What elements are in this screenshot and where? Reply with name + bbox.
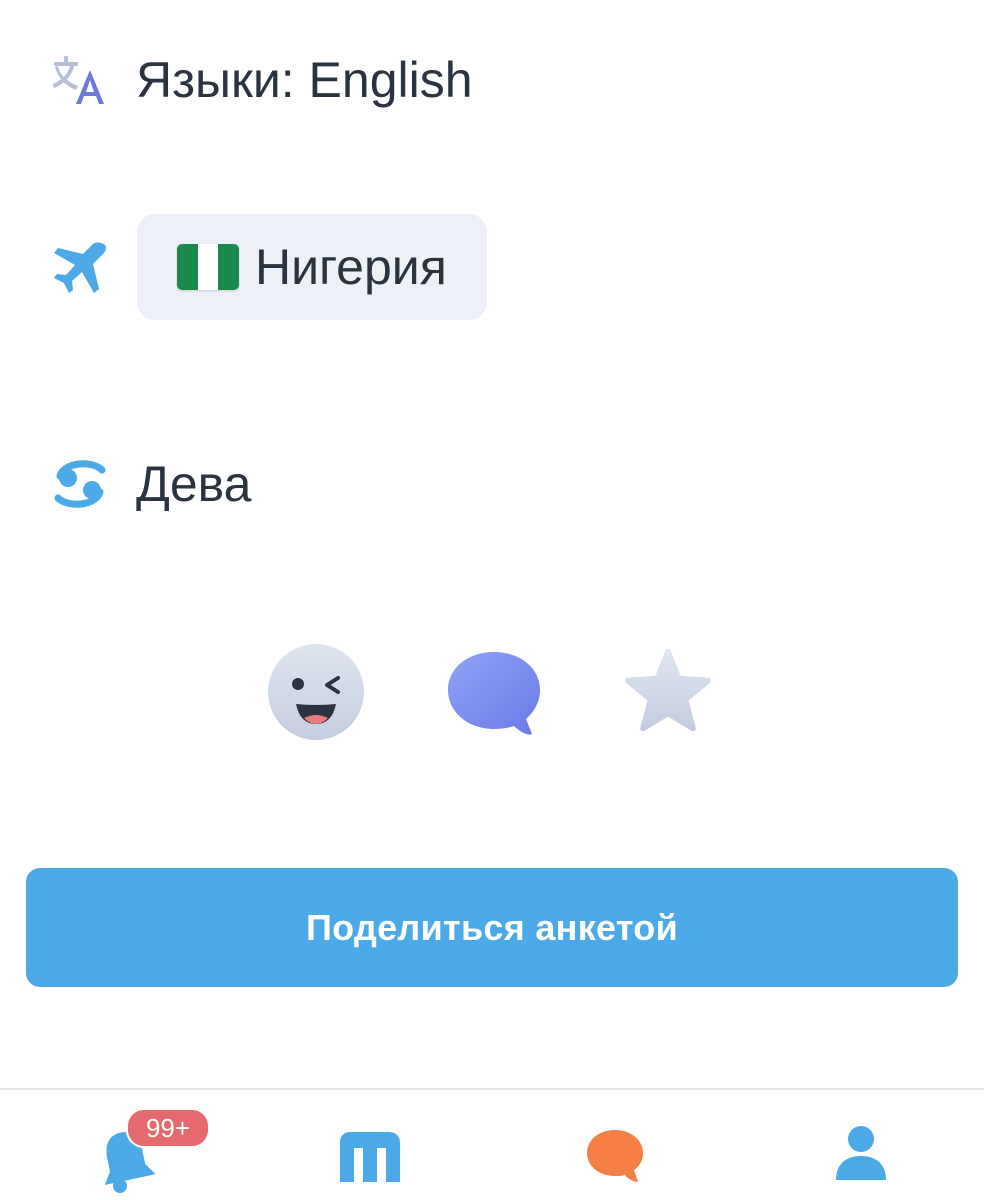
airplane-icon	[48, 235, 112, 299]
wink-face-icon	[268, 644, 364, 740]
chat-bubble-icon	[448, 652, 540, 735]
chat-button[interactable]	[442, 640, 546, 744]
bottom-tab-bar: 99+	[0, 1088, 984, 1200]
country-chip[interactable]: Нигерия	[137, 214, 487, 320]
m-logo-icon	[340, 1132, 400, 1182]
nigeria-flag-icon	[177, 244, 239, 290]
zodiac-sign-icon	[48, 452, 112, 516]
chat-bubble-icon	[587, 1130, 643, 1182]
star-icon	[624, 648, 712, 732]
share-profile-button[interactable]: Поделиться анкетой	[26, 868, 958, 987]
languages-row: Языки: English	[48, 48, 473, 112]
wink-button[interactable]	[264, 640, 368, 744]
tab-profile[interactable]	[811, 1108, 911, 1200]
zodiac-text: Дева	[136, 456, 252, 512]
tab-messages[interactable]	[565, 1108, 665, 1200]
country-name: Нигерия	[255, 239, 447, 295]
translate-icon	[48, 48, 112, 112]
profile-actions	[0, 640, 984, 744]
favorite-button[interactable]	[616, 640, 720, 744]
person-icon	[836, 1126, 886, 1180]
zodiac-row: Дева	[48, 452, 251, 516]
languages-text: Языки: English	[136, 52, 473, 108]
tab-notifications[interactable]: 99+	[76, 1108, 210, 1200]
profile-details-screen: Языки: English Нигерия Дева Поделиться а…	[0, 0, 984, 1200]
notifications-badge: 99+	[126, 1108, 210, 1148]
tab-meet[interactable]	[320, 1108, 420, 1200]
country-row: Нигерия	[48, 214, 487, 320]
